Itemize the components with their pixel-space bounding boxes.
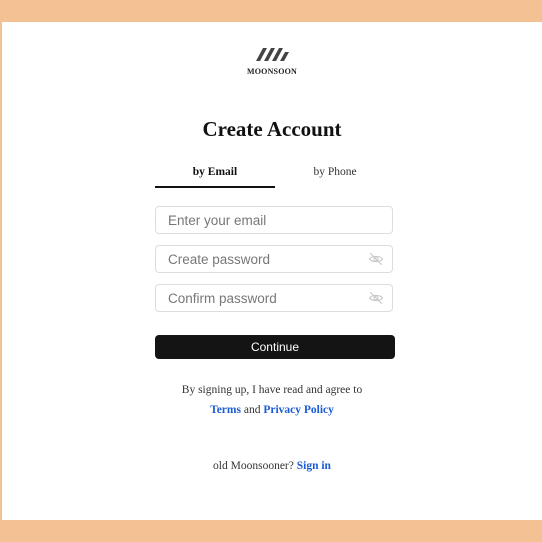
signup-card: MOONSOON Create Account by Email by Phon… bbox=[2, 22, 542, 520]
eye-slash-icon[interactable] bbox=[368, 291, 384, 305]
sign-in-link[interactable]: Sign in bbox=[297, 460, 331, 472]
email-field-wrapper bbox=[155, 206, 393, 234]
email-input[interactable] bbox=[156, 207, 368, 233]
eye-slash-icon[interactable] bbox=[368, 252, 384, 266]
signin-prompt-row: old Moonsooner? Sign in bbox=[2, 460, 542, 472]
continue-button[interactable]: Continue bbox=[155, 335, 395, 359]
confirm-password-input[interactable] bbox=[156, 285, 368, 311]
create-password-input[interactable] bbox=[156, 246, 368, 272]
privacy-policy-link[interactable]: Privacy Policy bbox=[263, 404, 334, 416]
legal-links-line: Terms and Privacy Policy bbox=[2, 400, 542, 420]
legal-and-text: and bbox=[243, 404, 261, 416]
legal-prefix-text: By signing up, I have read and agree to bbox=[181, 384, 363, 396]
brand-name: MOONSOON bbox=[246, 67, 298, 76]
signin-prompt-text: old Moonsooner? bbox=[213, 460, 294, 472]
tab-by-phone[interactable]: by Phone bbox=[275, 166, 395, 188]
tab-by-email[interactable]: by Email bbox=[155, 166, 275, 188]
terms-link[interactable]: Terms bbox=[210, 404, 241, 416]
confirm-password-field-wrapper bbox=[155, 284, 393, 312]
legal-notice: By signing up, I have read and agree to … bbox=[2, 380, 542, 420]
signup-method-tabs: by Email by Phone bbox=[155, 166, 395, 188]
password-field-wrapper bbox=[155, 245, 393, 273]
brand-logo: MOONSOON bbox=[2, 46, 542, 76]
page-title: Create Account bbox=[202, 117, 342, 141]
active-tab-indicator bbox=[155, 186, 275, 188]
moonsoon-logo-icon bbox=[256, 48, 289, 61]
